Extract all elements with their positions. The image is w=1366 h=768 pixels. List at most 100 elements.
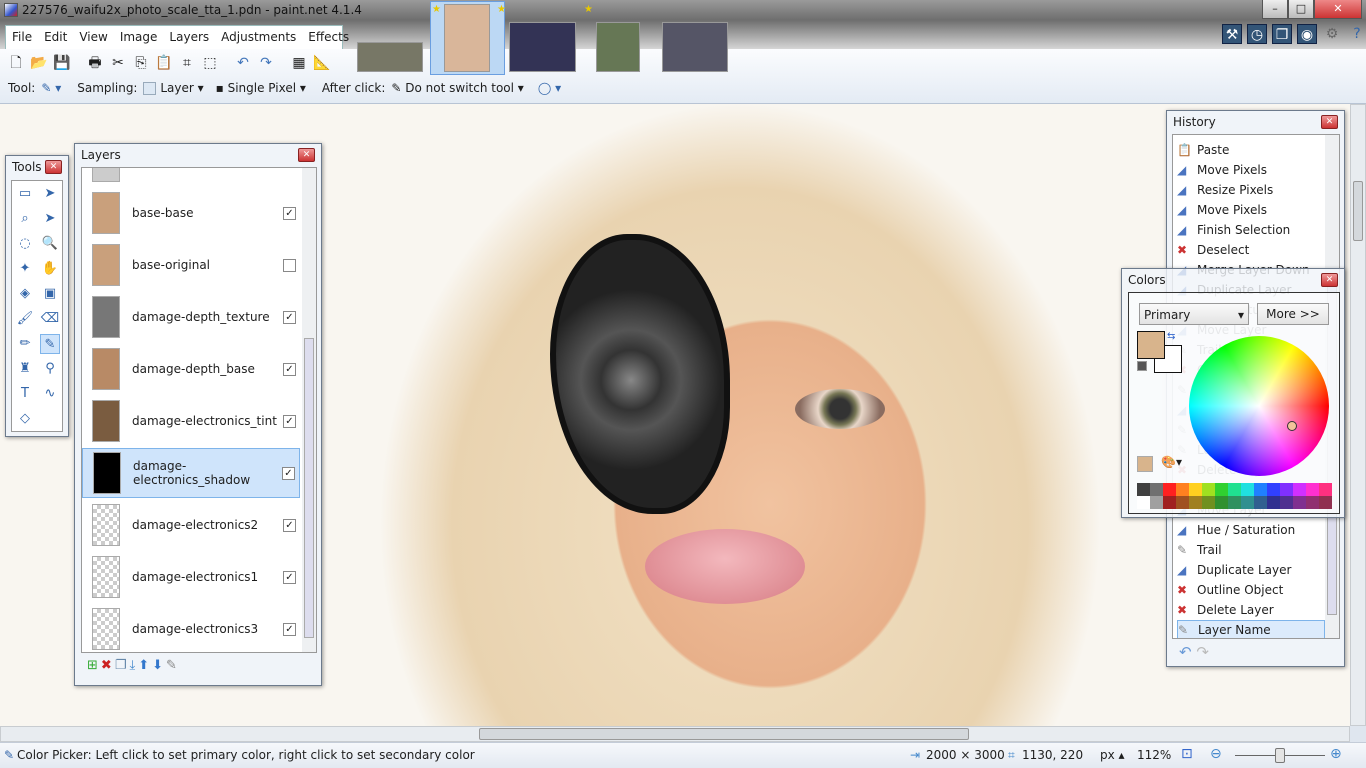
palette-swatch[interactable] <box>1254 496 1267 509</box>
eraser-tool-icon[interactable]: ⌫ <box>40 309 60 329</box>
sampling-mode-dropdown[interactable]: ▪ Single Pixel ▾ <box>216 81 306 95</box>
gradient-tool-icon[interactable]: ▣ <box>40 284 60 304</box>
layer-row[interactable]: ✓ <box>82 168 300 186</box>
image-tab-terminator[interactable] <box>357 42 423 72</box>
tools-toggle-icon[interactable]: ⚒ <box>1222 24 1242 44</box>
history-toggle-icon[interactable]: ◷ <box>1247 24 1267 44</box>
layers-close-button[interactable]: ✕ <box>298 148 315 162</box>
vertical-scrollbar[interactable] <box>1350 104 1366 726</box>
deselect-icon[interactable]: ⬚ <box>200 53 220 73</box>
layer-row[interactable]: damage-electronics3 ✓ <box>82 604 300 652</box>
settings-icon[interactable]: ⚙ <box>1322 24 1342 44</box>
zoom-tool-icon[interactable]: 🔍 <box>40 234 60 254</box>
history-item[interactable]: ✎ Layer Name <box>1177 620 1325 638</box>
palette-swatch[interactable] <box>1241 483 1254 496</box>
layer-visibility-checkbox[interactable]: ✓ <box>283 518 296 532</box>
palette-swatch[interactable] <box>1280 483 1293 496</box>
palette-swatch[interactable] <box>1137 496 1150 509</box>
layers-toggle-icon[interactable]: ❐ <box>1272 24 1292 44</box>
line-curve-tool-icon[interactable]: ∿ <box>40 384 60 404</box>
color-wheel[interactable] <box>1189 336 1329 476</box>
tools-close-button[interactable]: ✕ <box>45 160 62 174</box>
layer-visibility-checkbox[interactable]: ✓ <box>283 570 296 584</box>
paste-icon[interactable]: 📋 <box>154 53 174 73</box>
units-dropdown[interactable]: px ▴ <box>1100 748 1125 762</box>
palette-swatch[interactable] <box>1176 496 1189 509</box>
menu-edit[interactable]: Edit <box>38 26 73 48</box>
swap-colors-icon[interactable]: ⇆ <box>1167 331 1175 342</box>
palette-swatch[interactable] <box>1202 483 1215 496</box>
layers-scrollbar[interactable] <box>302 168 316 652</box>
shapes-tool-icon[interactable]: ◇ <box>15 409 35 429</box>
layer-visibility-checkbox[interactable]: ✓ <box>283 206 296 220</box>
paintbrush-tool-icon[interactable]: 🖌 <box>15 309 35 329</box>
menu-image[interactable]: Image <box>114 26 164 48</box>
colors-toggle-icon[interactable]: ◉ <box>1297 24 1317 44</box>
history-item[interactable]: ✖ Outline Object <box>1177 580 1325 600</box>
zoom-out-icon[interactable]: ⊖ <box>1210 746 1222 762</box>
palette-swatch[interactable] <box>1293 483 1306 496</box>
move-selection-tool-icon[interactable]: ➤ <box>40 184 60 204</box>
delete-layer-icon[interactable]: ✖ <box>101 658 112 673</box>
zoom-in-icon[interactable]: ⊕ <box>1330 746 1342 762</box>
move-selected-tool-icon[interactable]: ➤ <box>40 209 60 229</box>
layer-row[interactable]: damage-electronics1 ✓ <box>82 552 300 602</box>
add-to-palette-icon[interactable] <box>1137 456 1153 472</box>
maximize-button[interactable]: □ <box>1288 0 1314 19</box>
palette-swatch[interactable] <box>1189 483 1202 496</box>
color-picker-tool-icon[interactable]: ✎ <box>40 334 60 354</box>
layer-visibility-checkbox[interactable]: ✓ <box>283 622 296 636</box>
zoom-to-window-icon[interactable]: ⊡ <box>1181 746 1193 762</box>
history-item[interactable]: ◢ Resize Pixels <box>1177 180 1325 200</box>
palette-swatch[interactable] <box>1163 483 1176 496</box>
reset-colors-icon[interactable] <box>1137 361 1147 371</box>
palette-swatch[interactable] <box>1293 496 1306 509</box>
history-item[interactable]: ✎ Trail <box>1177 540 1325 560</box>
menu-view[interactable]: View <box>73 26 113 48</box>
layer-row[interactable]: damage-depth_base ✓ <box>82 344 300 394</box>
ellipse-select-tool-icon[interactable]: ◌ <box>15 234 35 254</box>
history-item[interactable]: ◢ Hue / Saturation <box>1177 520 1325 540</box>
rectangle-select-tool-icon[interactable]: ▭ <box>15 184 35 204</box>
history-item[interactable]: ✖ Delete Layer <box>1177 600 1325 620</box>
palette-swatch[interactable] <box>1319 496 1332 509</box>
help-icon[interactable]: ? <box>1347 24 1366 44</box>
history-item[interactable]: ◢ Move Pixels <box>1177 160 1325 180</box>
copy-icon[interactable]: ⎘ <box>131 53 151 73</box>
more-colors-button[interactable]: More >> <box>1257 303 1329 325</box>
lasso-select-tool-icon[interactable]: ⌕ <box>15 209 35 229</box>
menu-adjustments[interactable]: Adjustments <box>215 26 302 48</box>
palette-swatch[interactable] <box>1137 483 1150 496</box>
text-tool-icon[interactable]: T <box>15 384 35 404</box>
horizontal-scrollbar[interactable] <box>0 726 1350 742</box>
open-icon[interactable]: 📂 <box>29 53 49 73</box>
layer-row[interactable]: damage-electronics2 ✓ <box>82 500 300 550</box>
history-item[interactable]: ✖ Deselect <box>1177 240 1325 260</box>
recolor-tool-icon[interactable]: ⚲ <box>40 359 60 379</box>
palette-swatch[interactable] <box>1202 496 1215 509</box>
layer-visibility-checkbox[interactable]: ✓ <box>283 310 296 324</box>
layer-visibility-checkbox[interactable] <box>283 258 296 272</box>
magic-wand-tool-icon[interactable]: ✦ <box>15 259 35 279</box>
ruler-icon[interactable]: 📐 <box>312 53 332 73</box>
minimize-button[interactable]: – <box>1262 0 1288 19</box>
history-item[interactable]: ◢ Finish Selection <box>1177 220 1325 240</box>
menu-effects[interactable]: Effects <box>302 26 355 48</box>
palette-swatch[interactable] <box>1215 483 1228 496</box>
color-picker-tool-icon[interactable]: ✎ ▾ <box>41 81 61 95</box>
palette-menu-icon[interactable]: 🎨▾ <box>1161 455 1182 469</box>
paint-bucket-tool-icon[interactable]: ◈ <box>15 284 35 304</box>
print-icon[interactable]: 🖶 <box>85 53 105 73</box>
primary-color-swatch[interactable] <box>1137 331 1165 359</box>
history-item[interactable]: ◢ Move Pixels <box>1177 200 1325 220</box>
pan-tool-icon[interactable]: ✋ <box>40 259 60 279</box>
zoom-level[interactable]: 112% <box>1137 748 1171 762</box>
palette-swatch[interactable] <box>1228 496 1241 509</box>
palette-swatch[interactable] <box>1150 483 1163 496</box>
pencil-tool-icon[interactable]: ✏ <box>15 334 35 354</box>
palette-swatch[interactable] <box>1267 483 1280 496</box>
menu-file[interactable]: File <box>6 26 38 48</box>
palette-swatch[interactable] <box>1319 483 1332 496</box>
save-icon[interactable]: 💾 <box>52 53 72 73</box>
history-item[interactable]: ◢ Duplicate Layer <box>1177 560 1325 580</box>
